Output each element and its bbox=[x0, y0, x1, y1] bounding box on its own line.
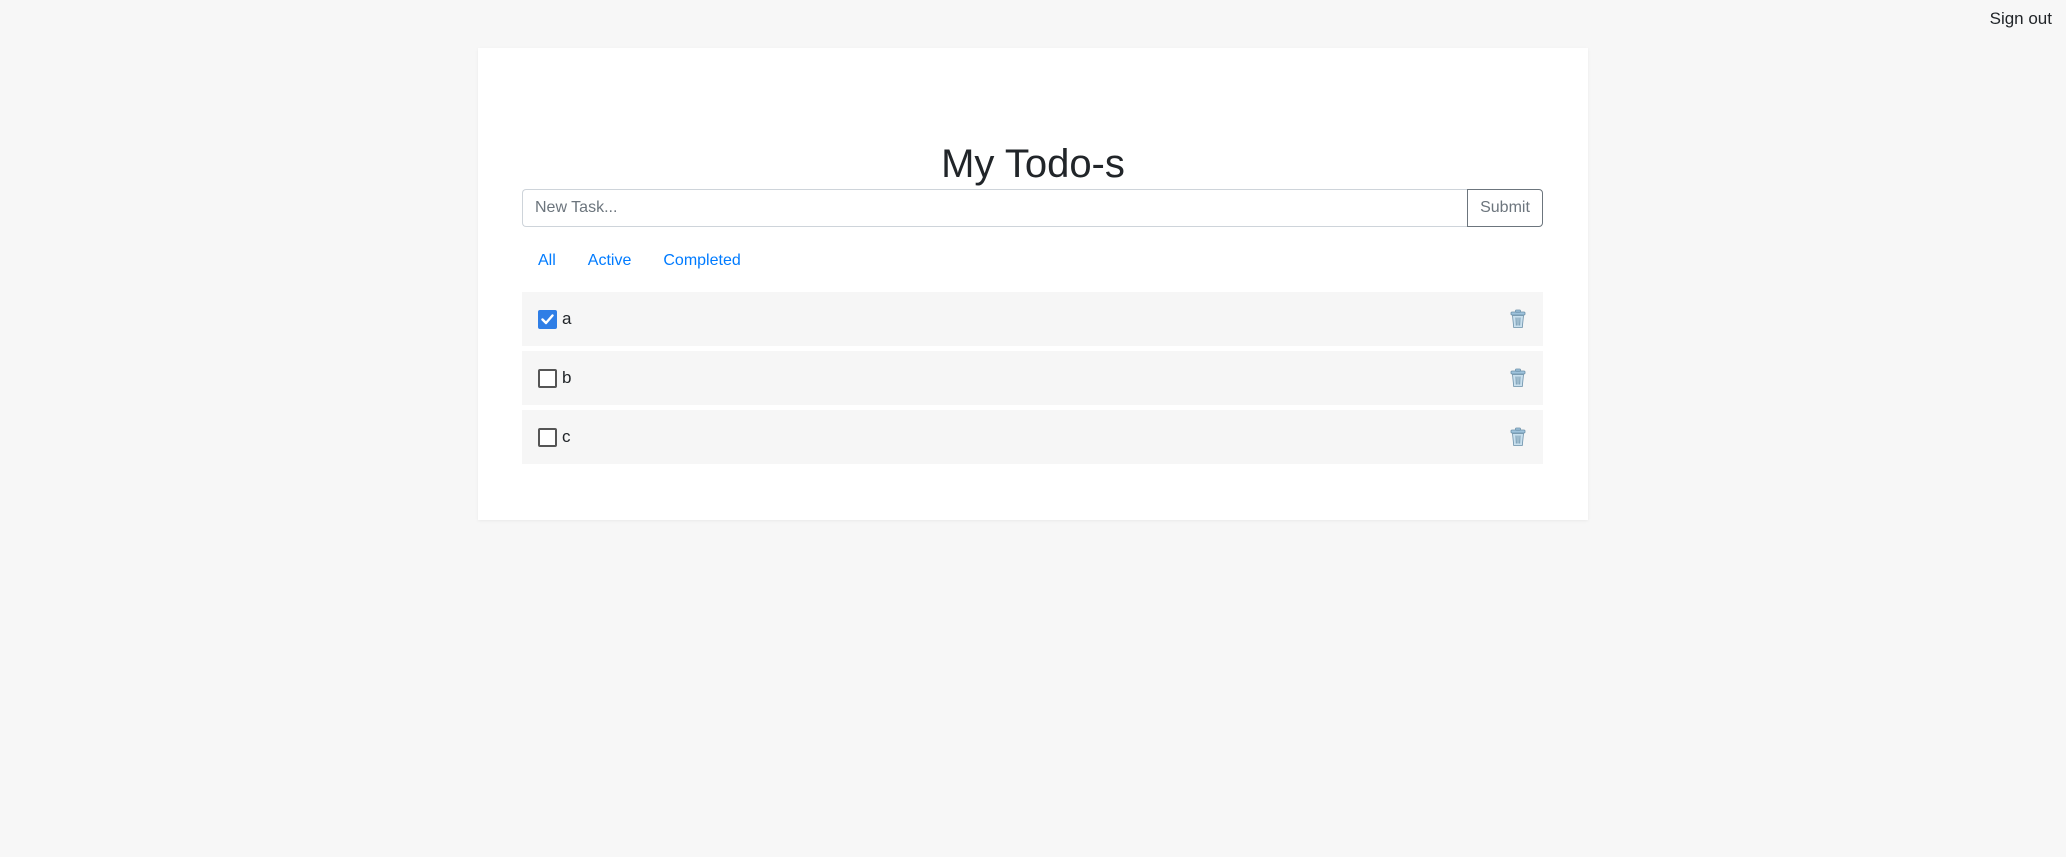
filter-completed[interactable]: Completed bbox=[647, 250, 756, 272]
trash-icon[interactable] bbox=[1509, 368, 1527, 388]
todo-list: a b c bbox=[522, 292, 1543, 469]
todo-item: b bbox=[522, 351, 1543, 405]
todo-card: My Todo-s Submit All Active Completed a bbox=[478, 48, 1588, 520]
trash-icon[interactable] bbox=[1509, 309, 1527, 329]
new-task-input[interactable] bbox=[522, 189, 1467, 227]
filter-bar: All Active Completed bbox=[522, 250, 757, 272]
todo-label: c bbox=[562, 427, 571, 446]
sign-out-link[interactable]: Sign out bbox=[1990, 9, 2052, 29]
new-task-form: Submit bbox=[522, 189, 1543, 227]
trash-icon[interactable] bbox=[1509, 427, 1527, 447]
todo-checkbox[interactable] bbox=[538, 427, 557, 447]
todo-item: c bbox=[522, 410, 1543, 464]
filter-active[interactable]: Active bbox=[572, 250, 648, 272]
filter-all[interactable]: All bbox=[522, 250, 572, 272]
todo-label: a bbox=[562, 309, 572, 328]
check-icon bbox=[541, 313, 554, 324]
todo-checkbox[interactable] bbox=[538, 309, 557, 329]
todo-item: a bbox=[522, 292, 1543, 346]
submit-button[interactable]: Submit bbox=[1467, 189, 1543, 227]
page-title: My Todo-s bbox=[941, 142, 1125, 186]
todo-label: b bbox=[562, 368, 572, 387]
todo-checkbox[interactable] bbox=[538, 368, 557, 388]
